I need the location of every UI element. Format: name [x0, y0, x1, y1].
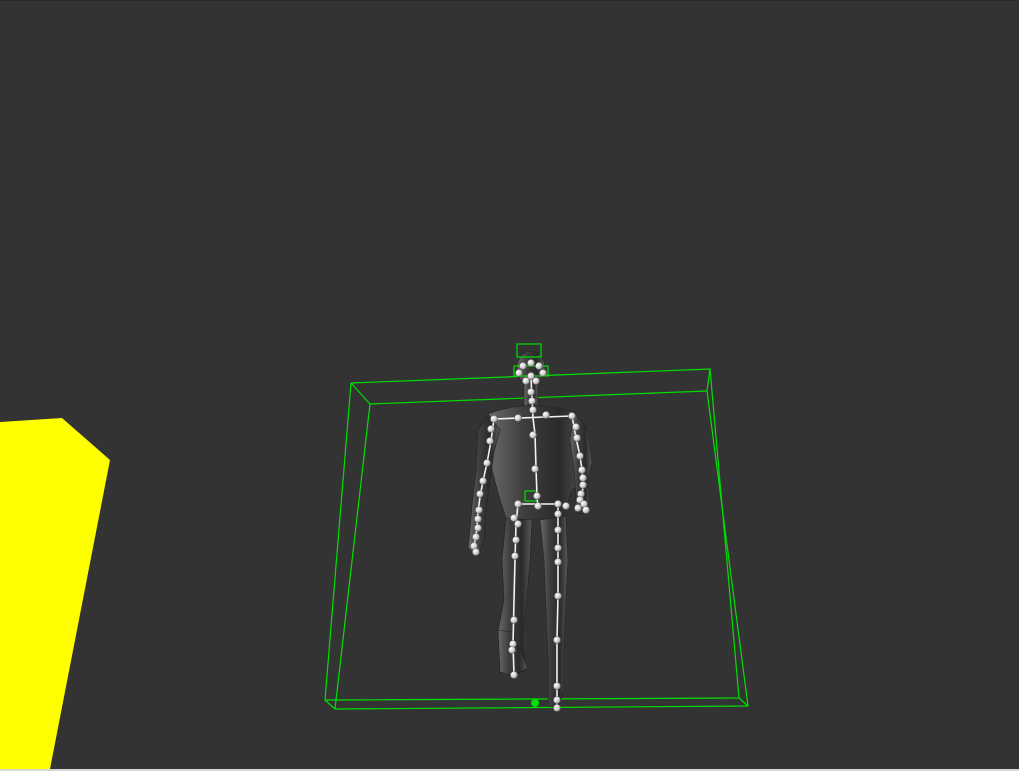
skeleton-joint[interactable] [562, 502, 570, 510]
skeleton-joint[interactable] [527, 388, 535, 396]
skeleton-joint[interactable] [486, 437, 494, 445]
skeleton-joint[interactable] [512, 536, 520, 544]
skeleton-joint[interactable] [508, 646, 516, 654]
skeleton-joint[interactable] [479, 477, 487, 485]
skeleton-joint[interactable] [554, 510, 562, 518]
skeleton-joint[interactable] [572, 423, 580, 431]
skeleton-joint[interactable] [475, 506, 483, 514]
skeleton-joint[interactable] [528, 397, 536, 405]
skeleton-joint[interactable] [514, 500, 522, 508]
skeleton-joint[interactable] [529, 431, 537, 439]
skeleton-joint[interactable] [554, 558, 562, 566]
yellow-object[interactable] [0, 418, 110, 769]
skeleton-joint[interactable] [519, 362, 527, 370]
skeleton-joint[interactable] [554, 526, 562, 534]
skeleton-joint[interactable] [533, 492, 541, 500]
skeleton-joint[interactable] [534, 502, 542, 510]
skeleton-joint[interactable] [553, 704, 561, 712]
skeleton-joint[interactable] [574, 504, 582, 512]
skeleton-joint[interactable] [553, 682, 561, 690]
skeleton-joint[interactable] [542, 411, 550, 419]
character-mesh[interactable] [467, 350, 593, 709]
skeleton-joint[interactable] [527, 372, 535, 380]
skeleton-joint[interactable] [531, 465, 539, 473]
skeleton-joint[interactable] [554, 592, 562, 600]
scene-canvas[interactable] [0, 0, 1019, 771]
3d-viewport[interactable] [0, 0, 1019, 771]
skeleton-joint[interactable] [514, 520, 522, 528]
skeleton-joint[interactable] [515, 369, 523, 377]
skeleton-joint[interactable] [472, 533, 480, 541]
skeleton-joint[interactable] [476, 490, 484, 498]
skeleton-joint[interactable] [490, 415, 498, 423]
skeleton-joint[interactable] [554, 500, 562, 508]
skeleton-joint[interactable] [527, 359, 535, 367]
skeleton-joint[interactable] [539, 369, 547, 377]
skeleton-joint[interactable] [487, 425, 495, 433]
root-joint-marker[interactable] [531, 699, 539, 707]
skeleton-joint[interactable] [553, 696, 561, 704]
skeleton-joint[interactable] [568, 412, 576, 420]
skeleton-joint[interactable] [554, 544, 562, 552]
skeleton-joint[interactable] [472, 548, 480, 556]
skeleton-joint[interactable] [579, 474, 587, 482]
skeleton-joint[interactable] [553, 636, 561, 644]
skeleton-joint[interactable] [573, 434, 581, 442]
skeleton-joint[interactable] [514, 414, 522, 422]
skeleton-joint[interactable] [535, 362, 543, 370]
skeleton-joint[interactable] [510, 671, 518, 679]
skeleton-joint[interactable] [511, 552, 519, 560]
skeleton-joint[interactable] [474, 524, 482, 532]
skeleton-joint[interactable] [483, 459, 491, 467]
skeleton-joint[interactable] [529, 406, 537, 414]
skeleton-joint[interactable] [510, 616, 518, 624]
skeleton-joint[interactable] [474, 515, 482, 523]
skeleton-joint[interactable] [579, 481, 587, 489]
skeleton-joint[interactable] [578, 466, 586, 474]
skeleton-joint[interactable] [576, 452, 584, 460]
skeleton-joint[interactable] [582, 506, 590, 514]
